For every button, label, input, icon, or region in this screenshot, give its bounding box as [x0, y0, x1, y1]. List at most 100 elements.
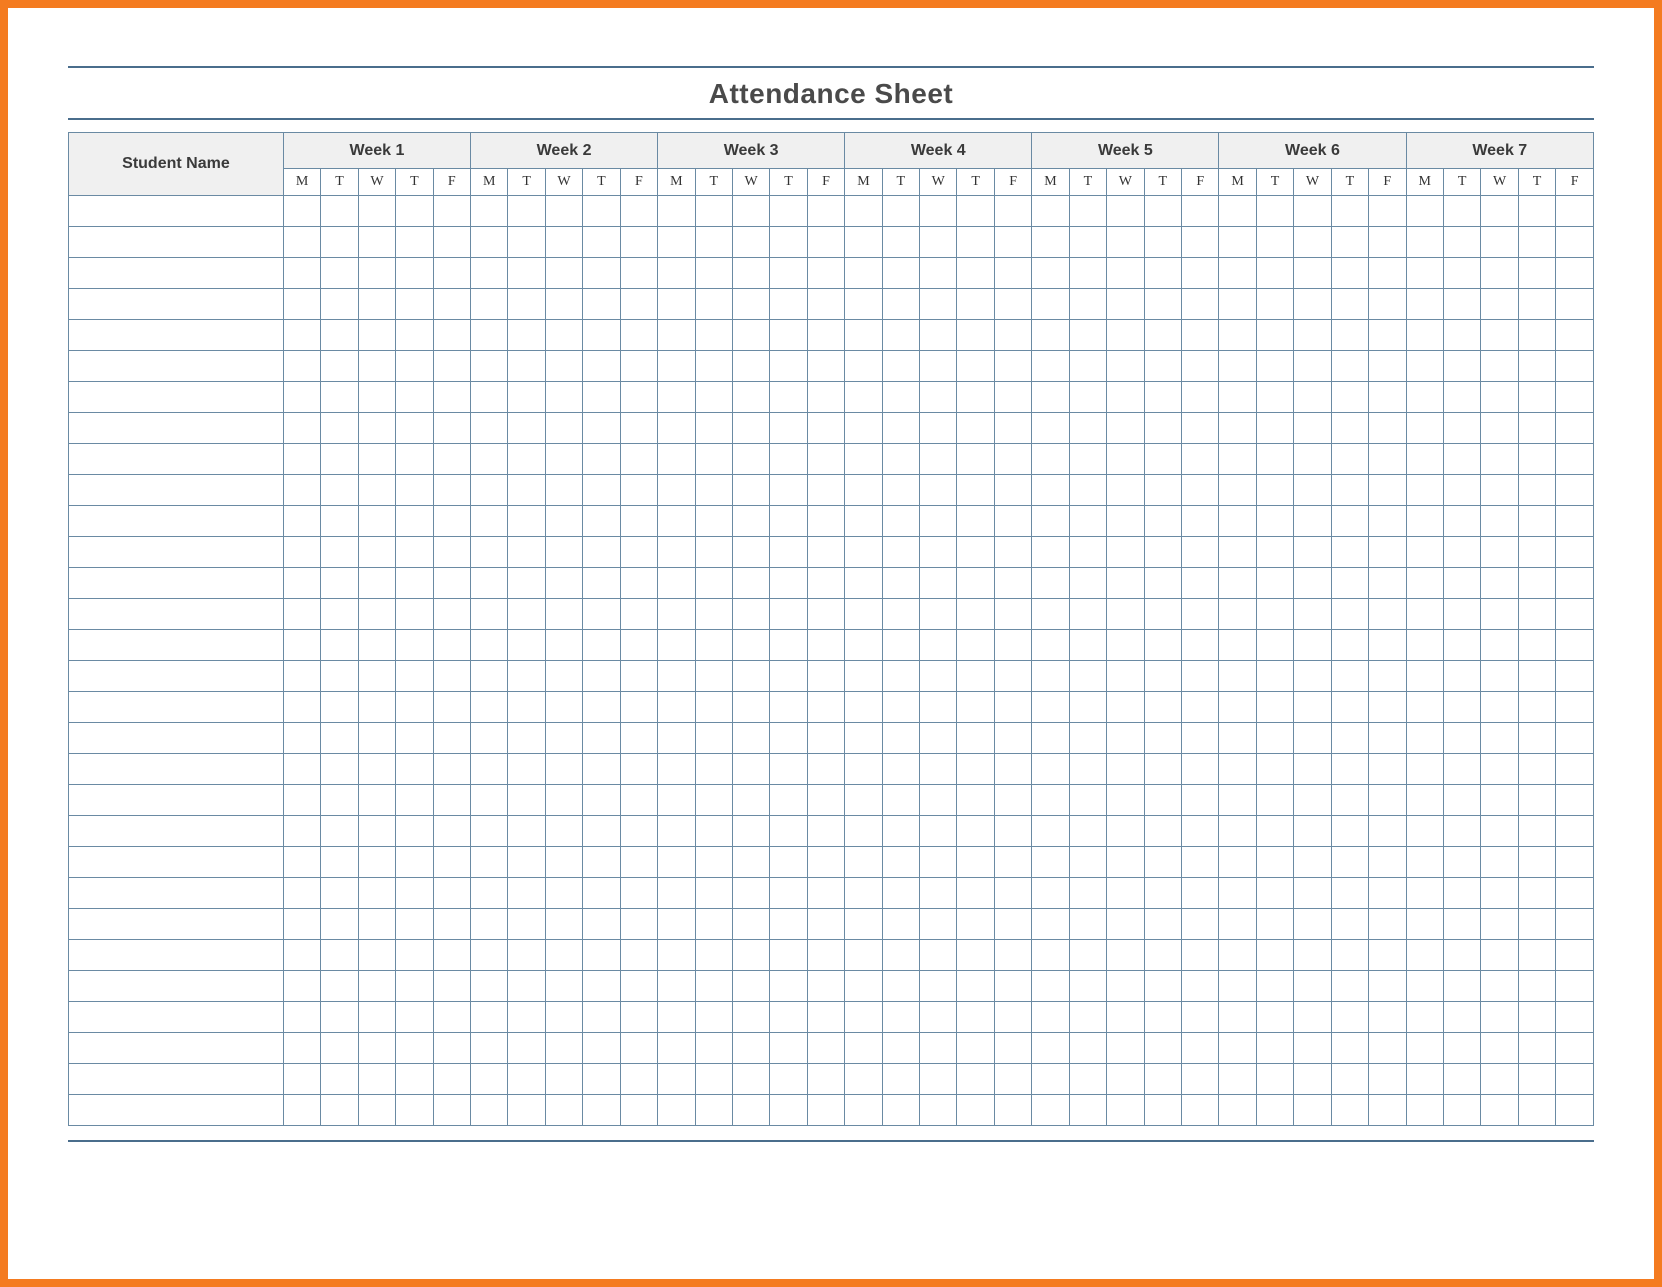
attendance-cell[interactable] — [695, 599, 732, 630]
attendance-cell[interactable] — [658, 816, 695, 847]
attendance-cell[interactable] — [658, 475, 695, 506]
attendance-cell[interactable] — [1144, 630, 1181, 661]
attendance-cell[interactable] — [1481, 816, 1518, 847]
attendance-cell[interactable] — [545, 382, 582, 413]
attendance-cell[interactable] — [358, 754, 395, 785]
attendance-cell[interactable] — [283, 940, 320, 971]
attendance-cell[interactable] — [732, 909, 769, 940]
attendance-cell[interactable] — [1369, 568, 1406, 599]
attendance-cell[interactable] — [920, 630, 957, 661]
attendance-cell[interactable] — [770, 909, 807, 940]
attendance-cell[interactable] — [1481, 1064, 1518, 1095]
attendance-cell[interactable] — [695, 909, 732, 940]
attendance-cell[interactable] — [470, 1095, 507, 1126]
attendance-cell[interactable] — [470, 692, 507, 723]
attendance-cell[interactable] — [358, 630, 395, 661]
attendance-cell[interactable] — [920, 413, 957, 444]
attendance-cell[interactable] — [1294, 599, 1331, 630]
attendance-cell[interactable] — [1182, 351, 1219, 382]
attendance-cell[interactable] — [957, 568, 994, 599]
attendance-cell[interactable] — [1369, 227, 1406, 258]
attendance-cell[interactable] — [770, 1033, 807, 1064]
attendance-cell[interactable] — [1443, 320, 1480, 351]
attendance-cell[interactable] — [1406, 816, 1443, 847]
attendance-cell[interactable] — [1406, 692, 1443, 723]
attendance-cell[interactable] — [1369, 971, 1406, 1002]
attendance-cell[interactable] — [807, 816, 844, 847]
attendance-cell[interactable] — [1369, 196, 1406, 227]
attendance-cell[interactable] — [358, 475, 395, 506]
attendance-cell[interactable] — [283, 475, 320, 506]
attendance-cell[interactable] — [1107, 1064, 1144, 1095]
attendance-cell[interactable] — [1331, 754, 1368, 785]
attendance-cell[interactable] — [508, 940, 545, 971]
student-name-cell[interactable] — [69, 971, 284, 1002]
attendance-cell[interactable] — [545, 320, 582, 351]
attendance-cell[interactable] — [1294, 692, 1331, 723]
attendance-cell[interactable] — [1556, 723, 1594, 754]
attendance-cell[interactable] — [1107, 196, 1144, 227]
attendance-cell[interactable] — [994, 196, 1031, 227]
attendance-cell[interactable] — [732, 940, 769, 971]
attendance-cell[interactable] — [1331, 227, 1368, 258]
attendance-cell[interactable] — [1107, 971, 1144, 1002]
attendance-cell[interactable] — [994, 475, 1031, 506]
attendance-cell[interactable] — [770, 382, 807, 413]
attendance-cell[interactable] — [508, 909, 545, 940]
attendance-cell[interactable] — [583, 351, 620, 382]
attendance-cell[interactable] — [1331, 289, 1368, 320]
attendance-cell[interactable] — [1331, 444, 1368, 475]
attendance-cell[interactable] — [1256, 1064, 1293, 1095]
attendance-cell[interactable] — [807, 475, 844, 506]
attendance-cell[interactable] — [1107, 351, 1144, 382]
attendance-cell[interactable] — [770, 258, 807, 289]
attendance-cell[interactable] — [1069, 475, 1106, 506]
attendance-cell[interactable] — [1406, 1002, 1443, 1033]
attendance-cell[interactable] — [1144, 475, 1181, 506]
attendance-cell[interactable] — [957, 723, 994, 754]
attendance-cell[interactable] — [807, 382, 844, 413]
attendance-cell[interactable] — [882, 506, 919, 537]
attendance-cell[interactable] — [321, 630, 358, 661]
attendance-cell[interactable] — [695, 351, 732, 382]
attendance-cell[interactable] — [620, 630, 657, 661]
attendance-cell[interactable] — [1032, 1033, 1069, 1064]
attendance-cell[interactable] — [433, 661, 470, 692]
attendance-cell[interactable] — [508, 971, 545, 1002]
attendance-cell[interactable] — [882, 537, 919, 568]
attendance-cell[interactable] — [1294, 289, 1331, 320]
attendance-cell[interactable] — [845, 785, 882, 816]
attendance-cell[interactable] — [920, 320, 957, 351]
attendance-cell[interactable] — [545, 351, 582, 382]
attendance-cell[interactable] — [1406, 537, 1443, 568]
attendance-cell[interactable] — [1107, 909, 1144, 940]
attendance-cell[interactable] — [583, 785, 620, 816]
attendance-cell[interactable] — [1256, 971, 1293, 1002]
attendance-cell[interactable] — [732, 785, 769, 816]
attendance-cell[interactable] — [1144, 940, 1181, 971]
attendance-cell[interactable] — [695, 568, 732, 599]
attendance-cell[interactable] — [1219, 227, 1256, 258]
attendance-cell[interactable] — [283, 909, 320, 940]
attendance-cell[interactable] — [358, 909, 395, 940]
attendance-cell[interactable] — [620, 444, 657, 475]
attendance-cell[interactable] — [658, 537, 695, 568]
attendance-cell[interactable] — [882, 475, 919, 506]
attendance-cell[interactable] — [1481, 1095, 1518, 1126]
attendance-cell[interactable] — [1556, 351, 1594, 382]
attendance-cell[interactable] — [695, 289, 732, 320]
attendance-cell[interactable] — [920, 289, 957, 320]
attendance-cell[interactable] — [1032, 568, 1069, 599]
attendance-cell[interactable] — [1369, 475, 1406, 506]
attendance-cell[interactable] — [1556, 1064, 1594, 1095]
attendance-cell[interactable] — [1331, 971, 1368, 1002]
attendance-cell[interactable] — [957, 196, 994, 227]
attendance-cell[interactable] — [433, 909, 470, 940]
attendance-cell[interactable] — [1107, 568, 1144, 599]
attendance-cell[interactable] — [1069, 785, 1106, 816]
attendance-cell[interactable] — [321, 940, 358, 971]
attendance-cell[interactable] — [1256, 537, 1293, 568]
attendance-cell[interactable] — [321, 599, 358, 630]
attendance-cell[interactable] — [845, 971, 882, 1002]
attendance-cell[interactable] — [1182, 382, 1219, 413]
